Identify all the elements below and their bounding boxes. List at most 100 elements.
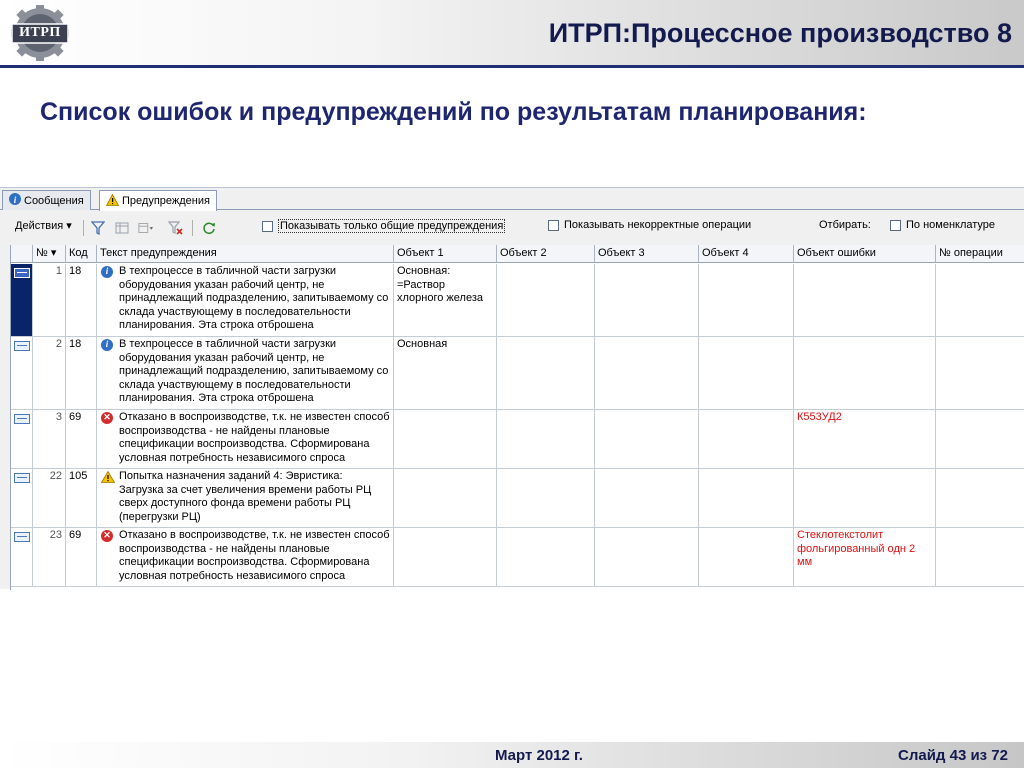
table-row[interactable]: 3 69 ✕ Отказано в воспроизводстве, т.к. не … bbox=[11, 410, 1024, 469]
column-header[interactable]: Объект 1 bbox=[394, 245, 497, 263]
slide-header: ИТРП ИТРП:Процессное производство 8 bbox=[0, 0, 1024, 66]
column-header[interactable]: Объект 3 bbox=[595, 245, 699, 263]
operation-number-cell bbox=[936, 337, 1024, 409]
checkbox-label: Показывать только общие предупреждения bbox=[278, 219, 506, 233]
object-3-cell bbox=[595, 528, 699, 586]
warning-text-cell: Попытка назначения заданий 4: Эвристика:… bbox=[97, 469, 394, 527]
warning-text: Попытка назначения заданий 4: Эвристика:… bbox=[119, 470, 372, 523]
header-cell-icon bbox=[11, 245, 33, 263]
operation-number-cell bbox=[936, 410, 1024, 468]
row-number-cell: 22 bbox=[33, 469, 66, 527]
warning-text-cell: i В техпроцессе в табличной части загрузк… bbox=[97, 337, 394, 409]
operation-number-cell bbox=[936, 528, 1024, 586]
column-header[interactable]: Объект 4 bbox=[699, 245, 794, 263]
object-2-cell bbox=[497, 528, 595, 586]
show-incorrect-operations-checkbox[interactable]: Показывать некорректные операции bbox=[548, 219, 751, 231]
toolbar-separator bbox=[83, 220, 84, 236]
object-4-cell bbox=[699, 410, 794, 468]
table-row[interactable]: 1 18 i В техпроцессе в табличной части загр… bbox=[11, 264, 1024, 337]
warnings-table: № ▾ Код Текст предупреждения Объект 1 Объект… bbox=[10, 245, 1024, 590]
checkbox-box[interactable] bbox=[548, 219, 559, 231]
actions-menu-button[interactable]: Действия ▾ bbox=[15, 219, 72, 232]
object-4-cell bbox=[699, 469, 794, 527]
column-header[interactable]: Объект 2 bbox=[497, 245, 595, 263]
warning-text: В техпроцессе в табличной части загрузки… bbox=[119, 338, 389, 405]
show-general-warnings-checkbox[interactable]: Показывать только общие предупреждения bbox=[262, 219, 506, 233]
column-header[interactable]: № ▾ bbox=[33, 245, 66, 263]
table-row[interactable]: 2 18 i В техпроцессе в табличной части загр… bbox=[11, 337, 1024, 410]
error-icon: ✕ bbox=[101, 530, 113, 542]
table-row[interactable]: 23 69 ✕ Отказано в воспроизводстве, т.к. не… bbox=[11, 528, 1024, 587]
row-record-icon bbox=[14, 414, 30, 424]
object-1-cell: Основная bbox=[394, 337, 497, 409]
tab-label: Предупреждения bbox=[122, 195, 210, 207]
object-4-cell bbox=[699, 528, 794, 586]
table-settings-icon[interactable] bbox=[138, 220, 154, 236]
operation-number-cell bbox=[936, 264, 1024, 336]
toolbar-separator bbox=[192, 220, 193, 236]
warnings-panel: i Сообщения Предупреждения Действия ▾ По… bbox=[0, 187, 1024, 590]
filter-icon[interactable] bbox=[90, 220, 106, 236]
object-1-cell bbox=[394, 528, 497, 586]
table-row[interactable]: 22 105 Попытка назначения заданий 4: Эврис… bbox=[11, 469, 1024, 528]
checkbox-box[interactable] bbox=[890, 219, 901, 231]
object-4-cell bbox=[699, 337, 794, 409]
toolbar: Действия ▾ Показывать только общие преду… bbox=[0, 212, 1024, 242]
slide-footer: Март 2012 г. Слайд 43 из 72 bbox=[0, 742, 1024, 768]
row-icon-cell bbox=[11, 469, 33, 527]
filter-label: Отбирать: bbox=[819, 219, 871, 231]
row-number-cell: 23 bbox=[33, 528, 66, 586]
row-number-cell: 3 bbox=[33, 410, 66, 468]
tab-warnings[interactable]: Предупреждения bbox=[99, 190, 217, 211]
row-code-cell: 105 bbox=[66, 469, 97, 527]
warning-icon bbox=[105, 193, 120, 209]
row-icon-cell bbox=[11, 528, 33, 586]
table-filter-icon[interactable] bbox=[114, 220, 130, 236]
warning-text: Отказано в воспроизводстве, т.к. не изве… bbox=[119, 411, 390, 464]
itrp-logo: ИТРП bbox=[8, 5, 72, 61]
row-icon-cell bbox=[11, 337, 33, 409]
header-divider bbox=[0, 65, 1024, 68]
object-3-cell bbox=[595, 264, 699, 336]
operation-number-cell bbox=[936, 469, 1024, 527]
refresh-icon[interactable] bbox=[201, 220, 217, 236]
column-header[interactable]: № операции bbox=[936, 245, 1024, 263]
warning-text: Отказано в воспроизводстве, т.к. не изве… bbox=[119, 529, 390, 582]
object-2-cell bbox=[497, 410, 595, 468]
slide-title: ИТРП:Процессное производство 8 bbox=[548, 18, 1012, 48]
warning-icon bbox=[101, 471, 115, 483]
row-number-cell: 2 bbox=[33, 337, 66, 409]
tab-bar: i Сообщения Предупреждения bbox=[0, 188, 1024, 211]
clear-filter-icon[interactable] bbox=[168, 220, 184, 236]
footer-date: Март 2012 г. bbox=[495, 747, 583, 764]
column-header[interactable]: Код bbox=[66, 245, 97, 263]
object-2-cell bbox=[497, 469, 595, 527]
warning-text: В техпроцессе в табличной части загрузки… bbox=[119, 265, 389, 332]
row-record-icon bbox=[14, 532, 30, 542]
table-header: № ▾ Код Текст предупреждения Объект 1 Объект… bbox=[11, 245, 1024, 263]
slide-number: Слайд 43 из 72 bbox=[898, 747, 1008, 764]
object-1-cell bbox=[394, 410, 497, 468]
by-nomenclature-checkbox[interactable]: По номенклатуре bbox=[890, 219, 995, 231]
error-icon: ✕ bbox=[101, 412, 113, 424]
column-header[interactable]: Объект ошибки bbox=[794, 245, 936, 263]
row-icon-cell bbox=[11, 410, 33, 468]
row-code-cell: 69 bbox=[66, 410, 97, 468]
info-icon: i bbox=[101, 339, 113, 351]
row-code-cell: 18 bbox=[66, 337, 97, 409]
object-2-cell bbox=[497, 264, 595, 336]
info-icon: i bbox=[101, 266, 113, 278]
checkbox-box[interactable] bbox=[262, 220, 273, 232]
checkbox-label: Показывать некорректные операции bbox=[564, 219, 752, 231]
error-object-cell bbox=[794, 469, 936, 527]
row-code-cell: 69 bbox=[66, 528, 97, 586]
tab-messages[interactable]: i Сообщения bbox=[2, 190, 91, 210]
warning-text-cell: ✕ Отказано в воспроизводстве, т.к. не изв… bbox=[97, 410, 394, 468]
object-4-cell bbox=[699, 264, 794, 336]
tab-label: Сообщения bbox=[24, 194, 84, 207]
checkbox-label: По номенклатуре bbox=[906, 219, 996, 231]
object-3-cell bbox=[595, 410, 699, 468]
logo-text: ИТРП bbox=[19, 25, 61, 40]
warning-text-cell: ✕ Отказано в воспроизводстве, т.к. не изв… bbox=[97, 528, 394, 586]
column-header[interactable]: Текст предупреждения bbox=[97, 245, 394, 263]
